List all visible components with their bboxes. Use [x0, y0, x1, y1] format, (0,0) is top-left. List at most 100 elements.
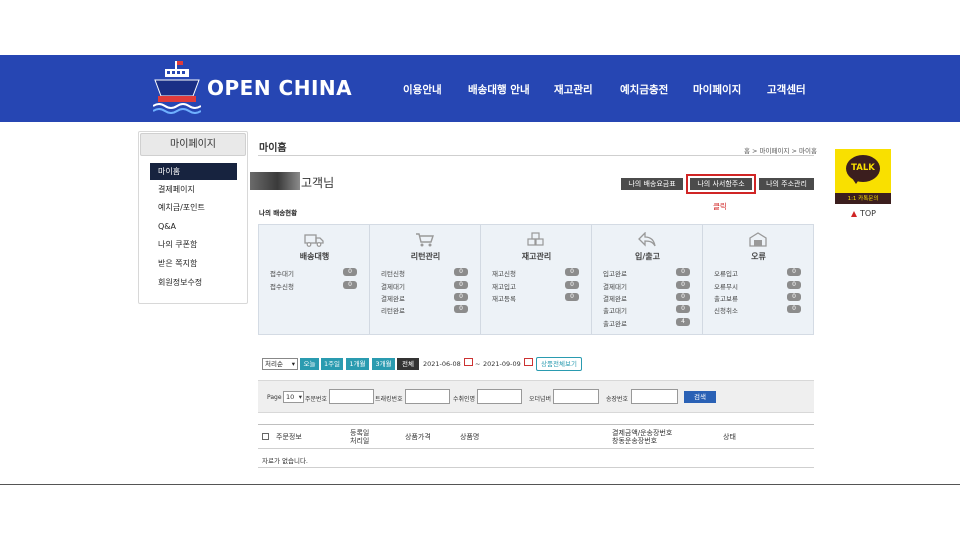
status-label[interactable]: 결제완료 — [381, 293, 405, 303]
status-count[interactable]: 0 — [787, 268, 801, 276]
return-arrow-icon — [638, 232, 656, 247]
period-all-button[interactable]: 전체 — [397, 358, 419, 370]
table-top-border — [258, 424, 814, 425]
status-title-inventory: 재고관리 — [521, 252, 552, 261]
logo-text[interactable]: OPEN CHINA — [207, 76, 352, 100]
status-label[interactable]: 출고완료 — [603, 318, 627, 328]
tracking-no-input[interactable] — [405, 389, 450, 404]
status-label[interactable]: 결제완료 — [603, 293, 627, 303]
page-size-select[interactable]: 10 ▾ — [283, 391, 304, 403]
sidebar-item-deposit[interactable]: 예치금/포인트 — [150, 199, 237, 216]
status-count[interactable]: 0 — [565, 293, 579, 301]
nav-guide[interactable]: 이용안내 — [403, 82, 442, 97]
order-no-input[interactable] — [329, 389, 374, 404]
status-label[interactable]: 오류입고 — [714, 268, 738, 278]
status-count[interactable]: 0 — [565, 281, 579, 289]
date-to-field[interactable]: 2021-09-09 — [483, 358, 521, 370]
column-divider — [591, 225, 592, 334]
click-note: 클릭 — [713, 202, 727, 211]
status-count[interactable]: 4 — [676, 318, 690, 326]
status-label[interactable]: 결제대기 — [603, 281, 627, 291]
status-count[interactable]: 0 — [676, 281, 690, 289]
status-count[interactable]: 0 — [787, 305, 801, 313]
page-title: 마이홈 — [259, 143, 287, 154]
view-all-products-button[interactable]: 상품전체보기 — [536, 357, 582, 371]
sort-value: 처리순 — [265, 360, 283, 368]
customer-suffix: 고객님 — [301, 176, 335, 190]
ship-logo-icon[interactable] — [153, 60, 201, 114]
shipping-rate-button[interactable]: 나의 배송요금표 — [621, 178, 683, 190]
order-number-input[interactable] — [553, 389, 599, 404]
status-count[interactable]: 0 — [454, 305, 468, 313]
sidebar-item-qna[interactable]: Q&A — [150, 218, 237, 235]
status-label[interactable]: 접수신청 — [270, 281, 294, 291]
highlight-box — [686, 174, 756, 194]
status-label[interactable]: 출고대기 — [603, 305, 627, 315]
status-label[interactable]: 출고보류 — [714, 293, 738, 303]
status-count[interactable]: 0 — [454, 268, 468, 276]
invoice-no-input[interactable] — [631, 389, 678, 404]
recipient-input[interactable] — [477, 389, 522, 404]
select-all-checkbox[interactable] — [262, 433, 269, 440]
truck-icon — [304, 234, 324, 247]
nav-shipping-guide[interactable]: 배송대행 안내 — [468, 82, 530, 97]
tracking-no-label: 트래킹번호 — [375, 396, 403, 403]
th-price: 상품가격 — [405, 433, 431, 441]
recipient-label: 수취인명 — [453, 396, 476, 403]
kakao-label[interactable]: 1:1 카톡문의 — [835, 194, 891, 202]
status-count[interactable]: 0 — [787, 293, 801, 301]
status-label[interactable]: 오류무시 — [714, 281, 738, 291]
nav-deposit[interactable]: 예치금충전 — [620, 82, 668, 97]
nav-inventory[interactable]: 재고관리 — [554, 82, 593, 97]
status-count[interactable]: 0 — [454, 293, 468, 301]
search-button[interactable]: 검색 — [684, 391, 716, 403]
status-label[interactable]: 리턴신청 — [381, 268, 405, 278]
status-label[interactable]: 접수대기 — [270, 268, 294, 278]
sidebar-item-payment[interactable]: 결제페이지 — [150, 181, 237, 198]
th-product-name: 상품명 — [460, 433, 480, 441]
period-1month-button[interactable]: 1개월 — [346, 358, 369, 370]
date-tilde: ~ — [475, 360, 481, 368]
status-count[interactable]: 0 — [565, 268, 579, 276]
status-title-shipping: 배송대행 — [299, 252, 330, 261]
status-label[interactable]: 재고입고 — [492, 281, 516, 291]
status-label[interactable]: 리턴완료 — [381, 305, 405, 315]
period-today-button[interactable]: 오늘 — [300, 358, 319, 370]
status-count[interactable]: 0 — [676, 305, 690, 313]
chevron-down-icon: ▾ — [298, 393, 302, 401]
status-label[interactable]: 재고등록 — [492, 293, 516, 303]
status-count[interactable]: 0 — [343, 268, 357, 276]
nav-customer-center[interactable]: 고객센터 — [767, 82, 806, 97]
sort-select[interactable]: 처리순 ▾ — [262, 358, 298, 370]
sidebar-item-coupon[interactable]: 나의 쿠폰함 — [150, 236, 237, 253]
calendar-icon[interactable] — [464, 358, 473, 366]
date-from-field[interactable]: 2021-06-08 — [423, 358, 461, 370]
sidebar-item-profile[interactable]: 회원정보수정 — [150, 274, 237, 291]
status-label[interactable]: 입고완료 — [603, 268, 627, 278]
sidebar-item-messages[interactable]: 받은 쪽지함 — [150, 255, 237, 272]
status-count[interactable]: 0 — [676, 293, 690, 301]
status-count[interactable]: 0 — [787, 281, 801, 289]
boxes-icon — [527, 232, 544, 246]
scroll-top-link[interactable]: TOP — [860, 209, 876, 218]
chevron-down-icon: ▾ — [291, 360, 295, 368]
th-order-info: 주문정보 — [276, 433, 302, 441]
period-1week-button[interactable]: 1주일 — [321, 358, 343, 370]
calendar-icon[interactable] — [524, 358, 533, 366]
status-label[interactable]: 결제대기 — [381, 281, 405, 291]
status-count[interactable]: 0 — [343, 281, 357, 289]
nav-mypage[interactable]: 마이페이지 — [693, 82, 741, 97]
address-manage-button[interactable]: 나의 주소관리 — [759, 178, 814, 190]
status-count[interactable]: 0 — [676, 268, 690, 276]
status-label[interactable]: 신청취소 — [714, 305, 738, 315]
sidebar-item-myhome[interactable]: 마이홈 — [150, 163, 237, 180]
sidebar-title: 마이페이지 — [140, 133, 246, 156]
period-3month-button[interactable]: 3개월 — [372, 358, 395, 370]
arrow-up-icon[interactable] — [851, 211, 857, 217]
table-bottom-border — [258, 467, 814, 468]
status-count[interactable]: 0 — [454, 281, 468, 289]
status-title-return: 리턴관리 — [410, 252, 441, 261]
th-status: 상태 — [723, 433, 736, 441]
footer-divider — [0, 484, 960, 485]
status-label[interactable]: 재고신청 — [492, 268, 516, 278]
